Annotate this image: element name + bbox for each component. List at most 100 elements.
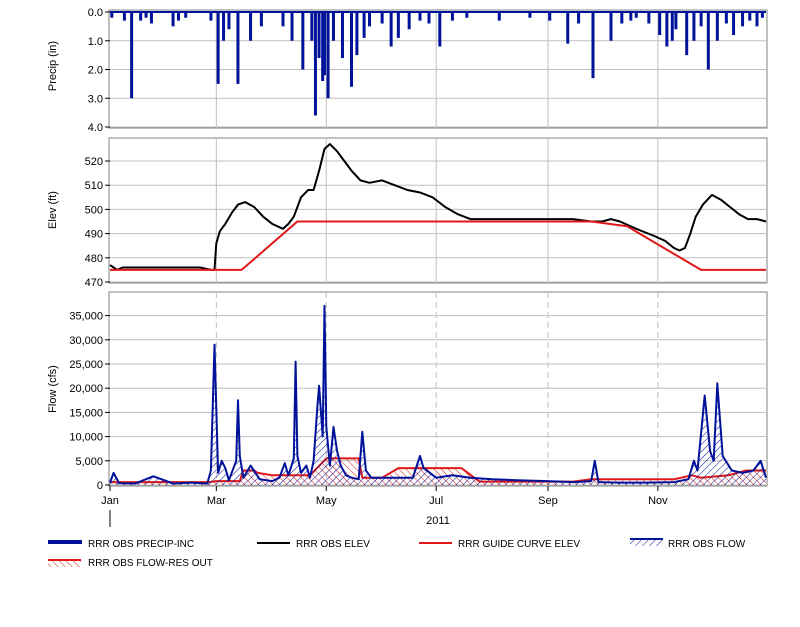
flow-plot-frame [108,291,768,487]
legend-item-precip: RRR OBS PRECIP-INC [48,539,194,550]
precip-bar [259,12,263,27]
elev-ytick-label: 510 [85,180,103,192]
precip-bar [355,12,359,56]
precip-bar [748,12,752,21]
legend-label-flow-res-out: RRR OBS FLOW-RES OUT [88,558,213,569]
flow-y-axis-label: Flow (cfs) [47,365,59,413]
precip-bar [122,12,126,21]
precip-bar [290,12,294,41]
precip-bar [313,12,317,116]
flow-ytick-label: 5,000 [75,456,103,468]
precip-bar [692,12,696,41]
precip-bar [438,12,442,47]
precip-bar [497,12,501,21]
precip-bar [209,12,213,21]
precip-bar [609,12,613,41]
precip-bar [755,12,759,27]
precip-bar [450,12,454,21]
flow-ytick-label: 0 [97,480,103,492]
elev-ytick-label: 490 [85,229,103,241]
legend-swatch-precip [48,540,82,544]
precip-bar [670,12,674,41]
precip-bar [665,12,669,47]
flow-ytick-label: 20,000 [69,383,103,395]
precip-ytick-label: 3.0 [88,93,103,105]
flow-ytick-label: 25,000 [69,359,103,371]
legend-label-guide-curve: RRR GUIDE CURVE ELEV [458,539,580,550]
flow-xtick-label: May [316,495,337,507]
precip-y-ticks: 0.0 1.0 2.0 3.0 4.0 [88,7,110,134]
legend-label-precip: RRR OBS PRECIP-INC [88,539,194,550]
legend-item-flow-res-out: RRR OBS FLOW-RES OUT [48,558,213,569]
precip-bar [326,12,330,99]
flow-ytick-label: 10,000 [69,432,103,444]
precip-bar [741,12,745,27]
precip-bar [724,12,728,24]
precip-panel: 0.0 1.0 2.0 3.0 4.0 Precip (in) [47,7,768,134]
precip-bar [322,12,326,76]
precip-bar [685,12,689,56]
elev-y-axis-label: Elev (ft) [47,191,59,229]
hydrograph-chart: 0.0 1.0 2.0 3.0 4.0 Precip (in) 470 480 490 500… [47,7,768,569]
legend: RRR OBS PRECIP-INC RRR OBS ELEV RRR GUID… [48,538,746,569]
precip-bar [281,12,285,27]
precip-bar [340,12,344,58]
precip-bar [149,12,153,24]
precip-y-axis-label: Precip (in) [47,41,59,91]
precip-bar [368,12,372,27]
flow-ytick-label: 15,000 [69,407,103,419]
elev-ytick-label: 520 [85,156,103,168]
precip-bar [176,12,180,21]
precip-ytick-label: 1.0 [88,36,103,48]
precip-bar [227,12,231,30]
flow-xtick-label: Nov [648,495,668,507]
elev-ytick-label: 500 [85,204,103,216]
precip-bar [418,12,422,21]
precip-bar [236,12,240,84]
precip-ytick-label: 0.0 [88,7,103,19]
precip-bar [301,12,305,70]
precip-bar [629,12,633,21]
precip-bar [674,12,678,30]
flow-xtick-label: Jul [429,495,443,507]
flow-xtick-label: Jan [101,495,119,507]
precip-bar [349,12,353,87]
precip-bar [317,12,321,58]
legend-label-elev: RRR OBS ELEV [296,539,370,550]
precip-bar [362,12,366,38]
precip-bar [706,12,710,70]
flow-ytick-label: 30,000 [69,335,103,347]
precip-bar [427,12,431,24]
legend-label-flow: RRR OBS FLOW [668,539,746,550]
precip-bar [647,12,651,24]
precip-bar [380,12,384,24]
precip-bar [658,12,662,35]
precip-bar [222,12,226,41]
elev-panel: 470 480 490 500 510 520 Elev (ft) [47,137,768,289]
flow-y-ticks: 0 5,000 10,000 15,000 20,000 25,000 30,000 35,0… [69,311,110,492]
legend-item-flow: RRR OBS FLOW [630,538,746,550]
precip-ytick-label: 2.0 [88,65,103,77]
flow-panel: 0 5,000 10,000 15,000 20,000 25,000 30,000 35,0… [47,291,768,527]
legend-swatch-flow [630,539,663,546]
precip-bar [249,12,253,41]
precip-bar [732,12,736,35]
precip-bar [389,12,393,47]
elev-ytick-label: 470 [85,277,103,289]
precip-bar [407,12,411,30]
flow-xtick-label: Sep [538,495,558,507]
precip-bar [715,12,719,41]
precip-bar [396,12,400,38]
flow-x-ticks: Jan Mar May Jul Sep Nov [101,486,668,507]
precip-bar [591,12,595,79]
legend-swatch-flow-res-out [48,560,81,567]
elev-ytick-label: 480 [85,253,103,265]
precip-bar [577,12,581,24]
elev-plot-frame [108,137,768,284]
precip-ytick-label: 4.0 [88,122,103,134]
precip-bar [331,12,335,41]
legend-item-elev: RRR OBS ELEV [257,539,370,550]
precip-bar [620,12,624,24]
precip-bar [130,12,134,99]
precip-bar [216,12,220,84]
